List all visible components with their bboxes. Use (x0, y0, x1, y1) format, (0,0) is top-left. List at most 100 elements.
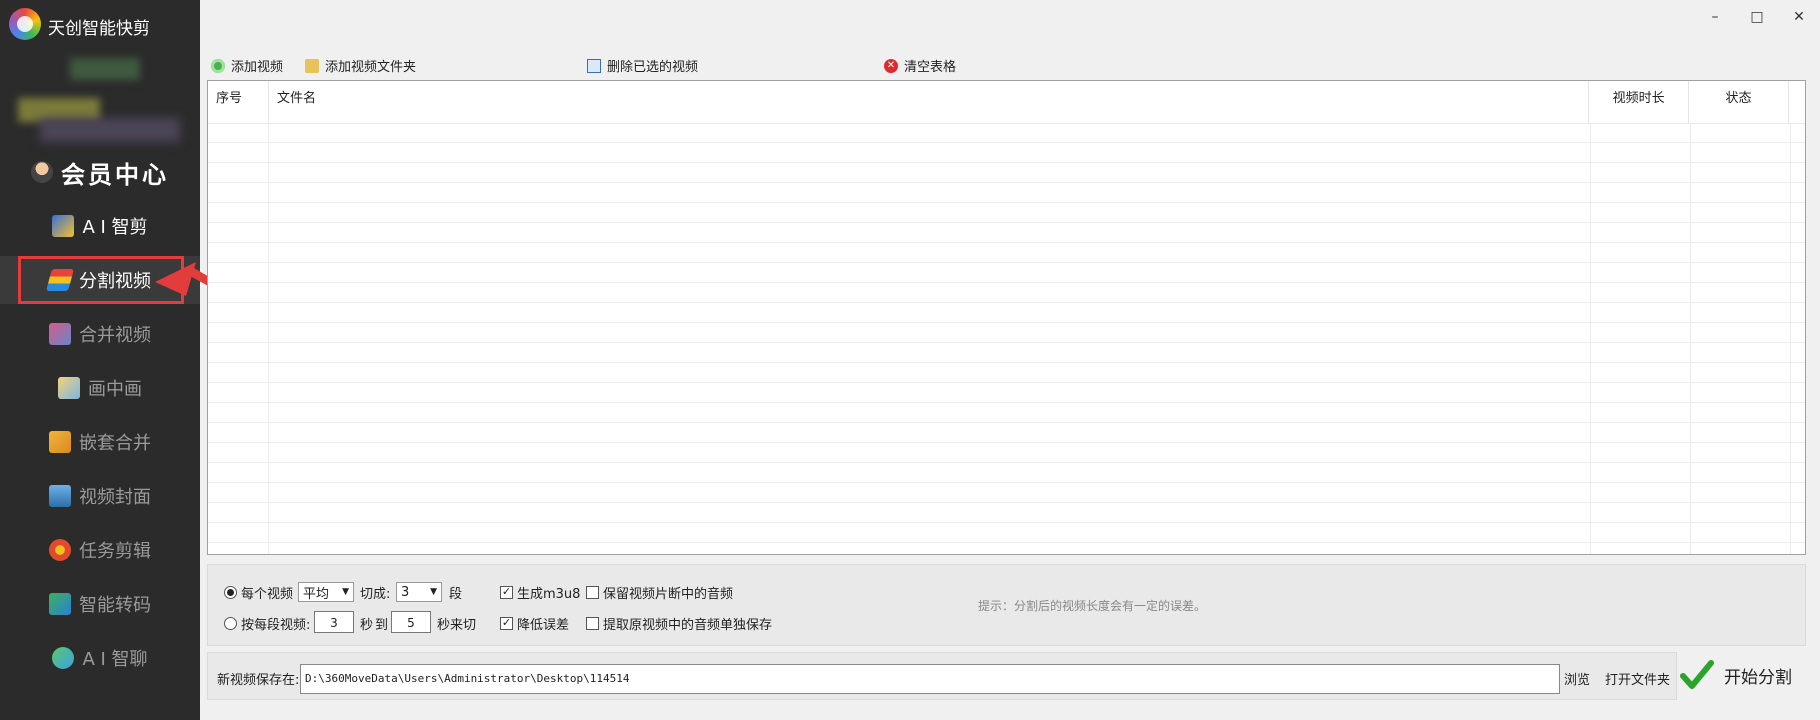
sidebar: 天创智能快剪 会员中心 A I 智剪 分割视频 合并视频 画中画 嵌套合并 视频… (0, 0, 200, 720)
table-row[interactable] (208, 423, 1805, 443)
column-header-status[interactable]: 状态 (1689, 81, 1789, 123)
table-cell (269, 303, 1591, 322)
table-cell (1691, 523, 1791, 542)
column-header-duration[interactable]: 视频时长 (1589, 81, 1690, 123)
table-row[interactable] (208, 463, 1805, 483)
smart-transcode-icon (49, 593, 71, 615)
table-cell (1791, 343, 1805, 362)
table-cell (1691, 363, 1791, 382)
table-row[interactable] (208, 503, 1805, 523)
table-row[interactable] (208, 403, 1805, 423)
table-body (208, 123, 1805, 554)
column-header-index[interactable]: 序号 (208, 81, 269, 123)
keep-audio-option[interactable]: 保留视频片断中的音频 (586, 583, 733, 602)
table-cell (208, 543, 269, 554)
open-folder-button[interactable]: 打开文件夹 (1605, 669, 1670, 688)
delete-video-icon (587, 58, 601, 73)
sidebar-item-merge-video[interactable]: 合并视频 (0, 310, 200, 358)
sidebar-item-ai-chat[interactable]: A I 智聊 (0, 634, 200, 682)
add-folder-button[interactable]: 添加视频文件夹 (305, 56, 416, 75)
add-video-button[interactable]: 添加视频 (211, 56, 283, 75)
sidebar-item-member-center[interactable]: 会员中心 (0, 148, 200, 196)
table-row[interactable] (208, 263, 1805, 283)
reduce-error-option[interactable]: ✓ 降低误差 (500, 614, 569, 633)
table-cell (1591, 503, 1691, 522)
table-cell (208, 163, 269, 182)
sidebar-item-split-video[interactable]: 分割视频 (0, 256, 200, 304)
start-split-button[interactable]: 开始分割 (1680, 650, 1800, 700)
table-row[interactable] (208, 243, 1805, 263)
reduce-error-checkbox[interactable]: ✓ (500, 617, 513, 630)
segment-to-input[interactable]: 5 (391, 611, 431, 633)
table-cell (1691, 463, 1791, 482)
per-video-radio[interactable] (224, 586, 237, 599)
table-cell (269, 283, 1591, 302)
table-cell (1791, 443, 1805, 462)
file-table[interactable]: 序号 文件名 视频时长 状态 (207, 80, 1806, 555)
table-cell (1791, 383, 1805, 402)
delete-selected-button[interactable]: 删除已选的视频 (587, 56, 698, 75)
table-row[interactable] (208, 483, 1805, 503)
minimize-button[interactable]: – (1700, 6, 1730, 28)
table-cell (1791, 363, 1805, 382)
table-row[interactable] (208, 523, 1805, 543)
column-header-spacer (1789, 81, 1805, 123)
close-button[interactable]: ✕ (1784, 6, 1814, 28)
table-row[interactable] (208, 203, 1805, 223)
table-cell (208, 383, 269, 402)
column-header-filename[interactable]: 文件名 (269, 81, 1590, 123)
table-cell (208, 243, 269, 262)
table-cell (1691, 303, 1791, 322)
table-cell (208, 343, 269, 362)
table-cell (269, 243, 1591, 262)
table-cell (1791, 483, 1805, 502)
table-row[interactable] (208, 303, 1805, 323)
table-cell (1691, 283, 1791, 302)
table-row[interactable] (208, 123, 1805, 143)
table-cell (1591, 123, 1691, 142)
table-row[interactable] (208, 443, 1805, 463)
by-segment-radio[interactable] (224, 617, 237, 630)
per-video-option[interactable]: 每个视频 (224, 583, 293, 602)
maximize-button[interactable]: □ (1742, 6, 1772, 28)
table-row[interactable] (208, 223, 1805, 243)
sidebar-item-task-edit[interactable]: 任务剪辑 (0, 526, 200, 574)
table-row[interactable] (208, 183, 1805, 203)
table-cell (1591, 423, 1691, 442)
to-label: 到 (375, 618, 389, 633)
segment-count-select[interactable]: 3 ▼ (396, 582, 442, 602)
sidebar-item-ai-cut[interactable]: A I 智剪 (0, 202, 200, 250)
sidebar-item-nested-merge[interactable]: 嵌套合并 (0, 418, 200, 466)
table-cell (1691, 543, 1791, 554)
by-segment-option[interactable]: 按每段视频: (224, 614, 310, 633)
table-row[interactable] (208, 383, 1805, 403)
sec-label: 秒 (360, 618, 374, 633)
m3u8-checkbox[interactable]: ✓ (500, 586, 513, 599)
table-cell (1591, 163, 1691, 182)
extract-audio-option[interactable]: 提取原视频中的音频单独保存 (586, 614, 772, 633)
sidebar-item-picture-in-picture[interactable]: 画中画 (0, 364, 200, 412)
sidebar-item-smart-transcode[interactable]: 智能转码 (0, 580, 200, 628)
extract-audio-checkbox[interactable] (586, 617, 599, 630)
app-title: 天创智能快剪 (48, 19, 150, 39)
segment-from-input[interactable]: 3 (314, 611, 354, 633)
clear-table-button[interactable]: ✕ 清空表格 (884, 56, 956, 75)
table-cell (1691, 263, 1791, 282)
table-row[interactable] (208, 363, 1805, 383)
m3u8-option[interactable]: ✓ 生成m3u8 (500, 583, 580, 602)
table-row[interactable] (208, 343, 1805, 363)
table-cell (208, 403, 269, 422)
split-mode-select[interactable]: 平均 ▼ (298, 582, 354, 602)
table-row[interactable] (208, 283, 1805, 303)
save-path-input[interactable]: D:\360MoveData\Users\Administrator\Deskt… (300, 664, 1560, 694)
table-row[interactable] (208, 543, 1805, 554)
save-path-label: 新视频保存在: (217, 673, 300, 688)
sidebar-item-video-cover[interactable]: 视频封面 (0, 472, 200, 520)
table-row[interactable] (208, 143, 1805, 163)
table-row[interactable] (208, 323, 1805, 343)
browse-button[interactable]: 浏览 (1564, 669, 1590, 688)
keep-audio-checkbox[interactable] (586, 586, 599, 599)
table-row[interactable] (208, 163, 1805, 183)
table-cell (1791, 283, 1805, 302)
table-cell (269, 323, 1591, 342)
